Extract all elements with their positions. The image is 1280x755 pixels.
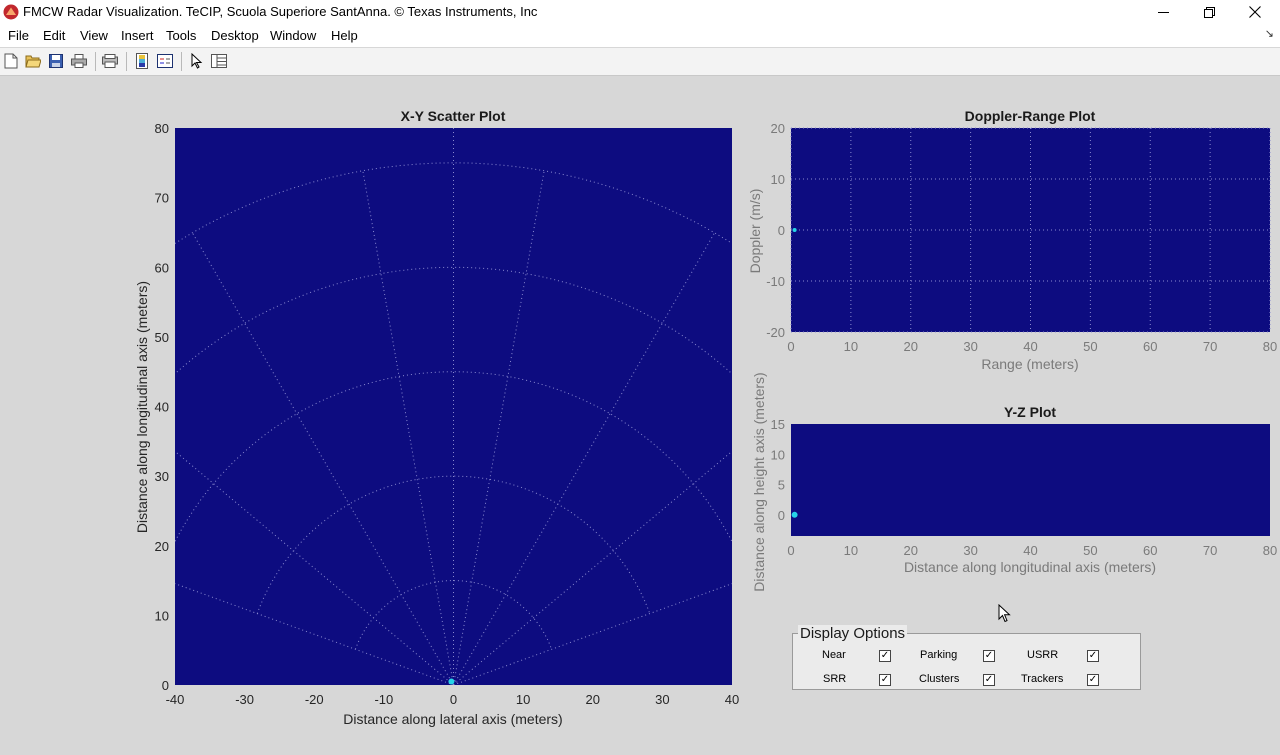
doppler-x-tick-label: 0 — [787, 339, 794, 354]
yz-y-tick-label: 0 — [778, 508, 785, 523]
yz-data-point — [791, 511, 798, 518]
option-checkbox-near[interactable]: ✓ — [879, 650, 891, 662]
doppler-x-tick-label: 20 — [904, 339, 918, 354]
doppler-x-tick-label: 40 — [1023, 339, 1037, 354]
yz-x-ticks: 0 10 20 30 40 50 60 70 80 — [787, 543, 1277, 558]
option-checkbox-usrr[interactable]: ✓ — [1087, 650, 1099, 662]
xy-y-tick-label: 10 — [155, 608, 169, 623]
doppler-range-plot: Doppler-Range Plot 0 10 20 30 40 50 60 70 80 -20… — [747, 108, 1277, 372]
doppler-y-axis-label: Doppler (m/s) — [747, 189, 763, 274]
xy-y-tick-label: 60 — [155, 260, 169, 275]
yz-x-tick-label: 60 — [1143, 543, 1157, 558]
xy-y-tick-label: 50 — [155, 330, 169, 345]
doppler-points — [792, 228, 797, 232]
xy-x-tick-label: -30 — [235, 692, 254, 707]
xy-y-tick-label: 40 — [155, 400, 169, 415]
xy-x-tick-label: -20 — [305, 692, 324, 707]
yz-points — [791, 511, 798, 518]
option-label-trackers: Trackers — [1021, 673, 1064, 685]
option-label-srr: SRR — [823, 673, 847, 685]
yz-y-axis-label: Distance along height axis (meters) — [751, 372, 767, 591]
xy-x-axis-label: Distance along lateral axis (meters) — [343, 711, 562, 727]
doppler-x-tick-label: 10 — [844, 339, 858, 354]
option-label-parking: Parking — [920, 649, 958, 661]
yz-x-axis-label: Distance along longitudinal axis (meters… — [904, 559, 1156, 575]
doppler-plot-title: Doppler-Range Plot — [965, 108, 1096, 124]
yz-x-tick-label: 20 — [904, 543, 918, 558]
yz-x-tick-label: 70 — [1203, 543, 1217, 558]
option-label-near: Near — [822, 649, 846, 661]
doppler-y-tick-label: 10 — [771, 172, 785, 187]
xy-x-tick-label: -40 — [166, 692, 185, 707]
display-options-title: Display Options — [798, 625, 908, 642]
xy-plot-title: X-Y Scatter Plot — [401, 108, 506, 124]
doppler-plot-area[interactable] — [791, 128, 1270, 332]
doppler-x-tick-label: 80 — [1263, 339, 1277, 354]
option-checkbox-clusters[interactable]: ✓ — [983, 674, 995, 686]
xy-plot-area[interactable] — [175, 128, 732, 685]
doppler-y-tick-label: -20 — [766, 325, 785, 340]
xy-x-tick-label: -10 — [374, 692, 393, 707]
doppler-x-tick-label: 70 — [1203, 339, 1217, 354]
yz-plot: Y-Z Plot 0 10 20 30 40 50 60 70 80 0 5 10 15 Distan… — [751, 372, 1277, 591]
option-checkbox-trackers[interactable]: ✓ — [1087, 674, 1099, 686]
xy-y-tick-label: 80 — [155, 121, 169, 136]
doppler-y-tick-label: 0 — [778, 223, 785, 238]
yz-y-tick-label: 15 — [771, 417, 785, 432]
xy-x-tick-label: 0 — [450, 692, 457, 707]
yz-x-tick-label: 40 — [1023, 543, 1037, 558]
xy-y-tick-label: 30 — [155, 469, 169, 484]
doppler-x-tick-label: 30 — [963, 339, 977, 354]
xy-x-tick-label: 20 — [586, 692, 600, 707]
xy-x-tick-label: 30 — [655, 692, 669, 707]
yz-x-tick-label: 30 — [963, 543, 977, 558]
yz-y-ticks: 0 5 10 15 — [771, 417, 785, 523]
xy-x-ticks: -40 -30 -20 -10 0 10 20 30 40 — [166, 692, 740, 707]
yz-x-tick-label: 10 — [844, 543, 858, 558]
mouse-pointer-icon — [998, 604, 1011, 623]
yz-y-tick-label: 5 — [778, 478, 785, 493]
option-checkbox-srr[interactable]: ✓ — [879, 674, 891, 686]
yz-x-tick-label: 0 — [787, 543, 794, 558]
option-checkbox-parking[interactable]: ✓ — [983, 650, 995, 662]
doppler-x-axis-label: Range (meters) — [981, 356, 1078, 372]
xy-y-axis-label: Distance along longitudinal axis (meters… — [134, 281, 150, 533]
option-label-usrr: USRR — [1027, 649, 1059, 661]
xy-points — [448, 678, 455, 685]
xy-data-point — [448, 678, 455, 685]
xy-y-tick-label: 0 — [162, 678, 169, 693]
doppler-y-ticks: -20 -10 0 10 20 — [766, 121, 785, 340]
doppler-x-ticks: 0 10 20 30 40 50 60 70 80 — [787, 339, 1277, 354]
doppler-x-tick-label: 60 — [1143, 339, 1157, 354]
xy-y-ticks: 0 10 20 30 40 50 60 70 80 — [155, 121, 169, 693]
yz-plot-title: Y-Z Plot — [1004, 404, 1056, 420]
yz-x-tick-label: 80 — [1263, 543, 1277, 558]
yz-y-tick-label: 10 — [771, 447, 785, 462]
doppler-data-point — [792, 228, 797, 232]
option-label-clusters: Clusters — [919, 673, 960, 685]
xy-x-tick-label: 10 — [516, 692, 530, 707]
yz-x-tick-label: 50 — [1083, 543, 1097, 558]
doppler-y-tick-label: -10 — [766, 274, 785, 289]
xy-x-tick-label: 40 — [725, 692, 739, 707]
yz-plot-area[interactable] — [791, 424, 1270, 536]
xy-y-tick-label: 20 — [155, 539, 169, 554]
doppler-y-tick-label: 20 — [771, 121, 785, 136]
xy-y-tick-label: 70 — [155, 191, 169, 206]
doppler-x-tick-label: 50 — [1083, 339, 1097, 354]
